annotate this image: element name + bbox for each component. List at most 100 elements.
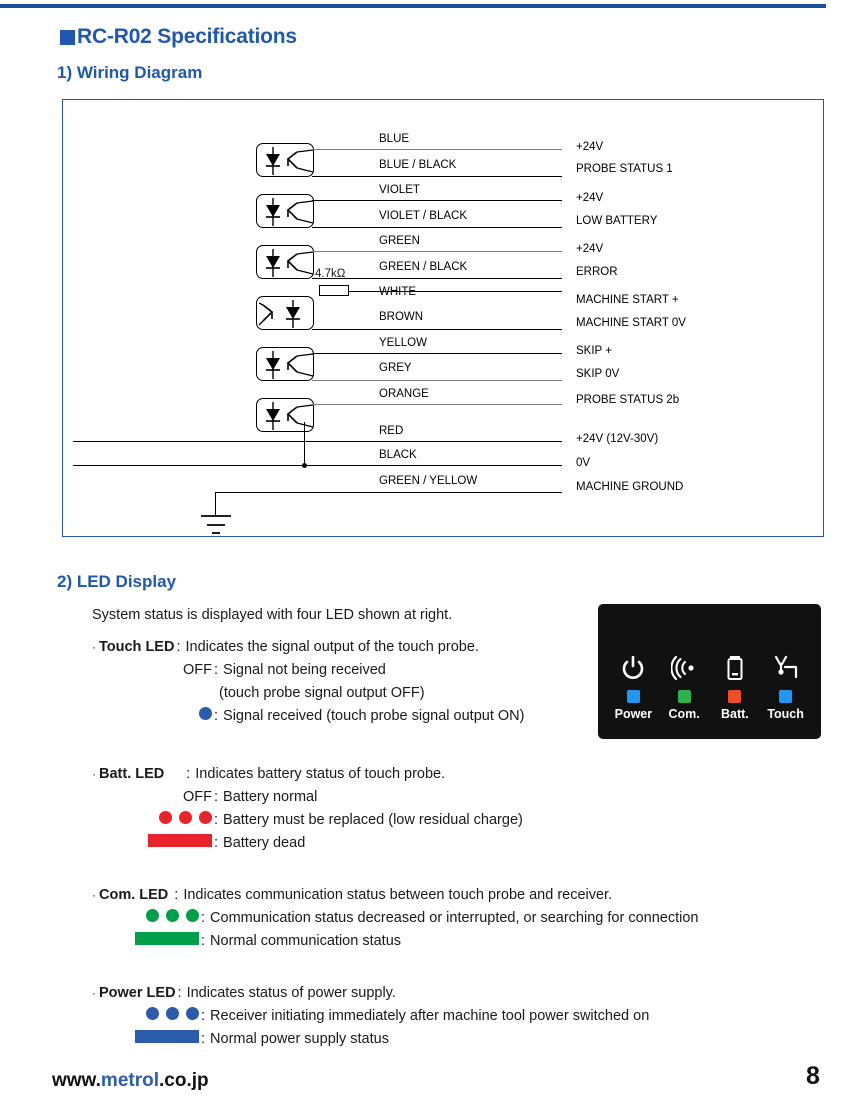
signal-label: MACHINE START 0V: [576, 317, 686, 329]
led-state-row: : Communication status decreased or inte…: [92, 907, 698, 930]
wire-line: [312, 200, 562, 201]
led-group-colon: :: [186, 766, 191, 782]
wire-label: GREEN / YELLOW: [379, 475, 478, 487]
led-state-glyph-wrap: [117, 1005, 199, 1028]
optocoupler-4-mirrored: [256, 296, 314, 330]
signal-label: SKIP 0V: [576, 368, 620, 380]
led-state-text: Normal power supply status: [210, 1031, 389, 1047]
led-state-row: OFF : Signal not being received: [92, 659, 524, 682]
page-title-text: RC-R02 Specifications: [77, 25, 297, 48]
led-state-glyph-wrap: [117, 930, 199, 953]
led-state-row: OFF : Battery normal: [92, 786, 523, 809]
wire-line: [312, 380, 562, 381]
led-group-description: Indicates battery status of touch probe.: [195, 766, 446, 782]
led-state-glyph-wrap: [130, 832, 212, 855]
led-state-text: Receiver initiating immediately after ma…: [210, 1008, 650, 1024]
heading-wiring-diagram: 1) Wiring Diagram: [57, 63, 203, 82]
led-state-colon: :: [201, 1008, 206, 1024]
wire-line: [312, 329, 562, 330]
optocoupler-symbol-icon: [266, 249, 314, 277]
bullet-icon: ·: [92, 986, 96, 1000]
signal-label: ERROR: [576, 266, 618, 278]
signal-label: 0V: [576, 457, 591, 469]
led-state-colon: :: [214, 662, 219, 678]
signal-label: +24V: [576, 192, 604, 204]
led-group-touch: · Touch LED : Indicates the signal outpu…: [92, 636, 524, 728]
led-group-colon: :: [177, 985, 182, 1001]
optocoupler-symbol-icon: [266, 402, 314, 430]
wire-label: GREEN / BLACK: [379, 261, 468, 273]
panel-led-power: [626, 690, 640, 703]
footer-website-url[interactable]: www.metrol.co.jp: [52, 1070, 209, 1092]
led-state-text: Communication status decreased or interr…: [210, 910, 699, 926]
led-state-colon: :: [201, 933, 206, 949]
led-group-description: Indicates the signal output of the touch…: [185, 639, 479, 655]
battery-icon: [726, 653, 744, 683]
signal-label: SKIP +: [576, 345, 612, 357]
signal-label: +24V: [576, 243, 604, 255]
led-blinking-blue-icon: [146, 1007, 199, 1020]
led-group-header: · Com. LED : Indicates communication sta…: [92, 884, 698, 907]
optocoupler-symbol-icon: [266, 351, 314, 379]
wire-vertical: [304, 422, 305, 466]
led-group-name: Batt. LED: [99, 766, 165, 782]
led-state-colon: :: [201, 910, 206, 926]
wire-line: [215, 492, 562, 493]
wire-label: VIOLET: [379, 184, 420, 196]
panel-label-batt: Batt.: [720, 707, 749, 721]
panel-led-touch: [779, 690, 793, 703]
led-group-name: Touch LED: [99, 639, 175, 655]
optocoupler-symbol-icon: [258, 300, 300, 328]
signal-label: PROBE STATUS 2b: [576, 394, 680, 406]
led-blinking-red-icon: [159, 811, 212, 824]
led-state-text: Normal communication status: [210, 933, 402, 949]
url-brand: metrol: [100, 1070, 159, 1091]
led-state-row: : Normal power supply status: [92, 1028, 649, 1051]
led-state-colon: :: [214, 835, 219, 851]
panel-label-touch: Touch: [767, 707, 804, 721]
wire-label: BROWN: [379, 311, 424, 323]
wire-label: ORANGE: [379, 388, 429, 400]
touch-probe-icon: [772, 653, 800, 683]
optocoupler-symbol-icon: [266, 198, 314, 226]
wire-label: BLACK: [379, 449, 417, 461]
optocoupler-3: [256, 245, 314, 279]
bullet-icon: ·: [92, 767, 96, 781]
wire-line: [312, 176, 562, 177]
panel-led-com: [677, 690, 691, 703]
bullet-icon: ·: [92, 888, 96, 902]
led-state-colon: :: [214, 812, 219, 828]
led-state-row: : Battery dead: [92, 832, 523, 855]
wire-label: YELLOW: [379, 337, 427, 349]
wire-junction-dot: [302, 463, 307, 468]
heading-led-display: 2) LED Display: [57, 572, 177, 591]
wire-line: [312, 278, 562, 279]
led-state-colon: :: [201, 1031, 206, 1047]
led-state-text: Battery dead: [223, 835, 306, 851]
panel-label-power: Power: [614, 707, 653, 721]
wire-line: [312, 149, 562, 150]
receiver-led-panel: Power Com. Batt. Touch: [598, 604, 821, 739]
url-prefix: www.: [52, 1070, 101, 1091]
led-state-glyph-wrap: [117, 1028, 199, 1051]
led-state-colon: :: [214, 708, 219, 724]
page-number: 8: [806, 1062, 820, 1090]
square-bullet-icon: [60, 29, 75, 45]
optocoupler-5: [256, 347, 314, 381]
signal-label: +24V (12V-30V): [576, 433, 659, 445]
led-state-text: Signal received (touch probe signal outp…: [223, 708, 525, 724]
signal-label: +24V: [576, 141, 604, 153]
led-group-name: Com. LED: [99, 887, 169, 903]
led-state-row: : Battery must be replaced (low residual…: [92, 809, 523, 832]
led-state-glyph-wrap: [117, 907, 199, 930]
led-state-colon: :: [214, 789, 219, 805]
led-group-description: Indicates communication status between t…: [183, 887, 613, 903]
led-group-com: · Com. LED : Indicates communication sta…: [92, 884, 698, 953]
panel-indicator-touch: Touch: [761, 653, 811, 721]
signal-label: MACHINE GROUND: [576, 481, 684, 493]
wire-line: [73, 465, 562, 466]
top-border-rule: [0, 4, 826, 8]
led-state-glyph: OFF: [183, 789, 212, 805]
led-state-text: Signal not being received: [223, 662, 386, 678]
signal-label: PROBE STATUS 1: [576, 163, 673, 175]
